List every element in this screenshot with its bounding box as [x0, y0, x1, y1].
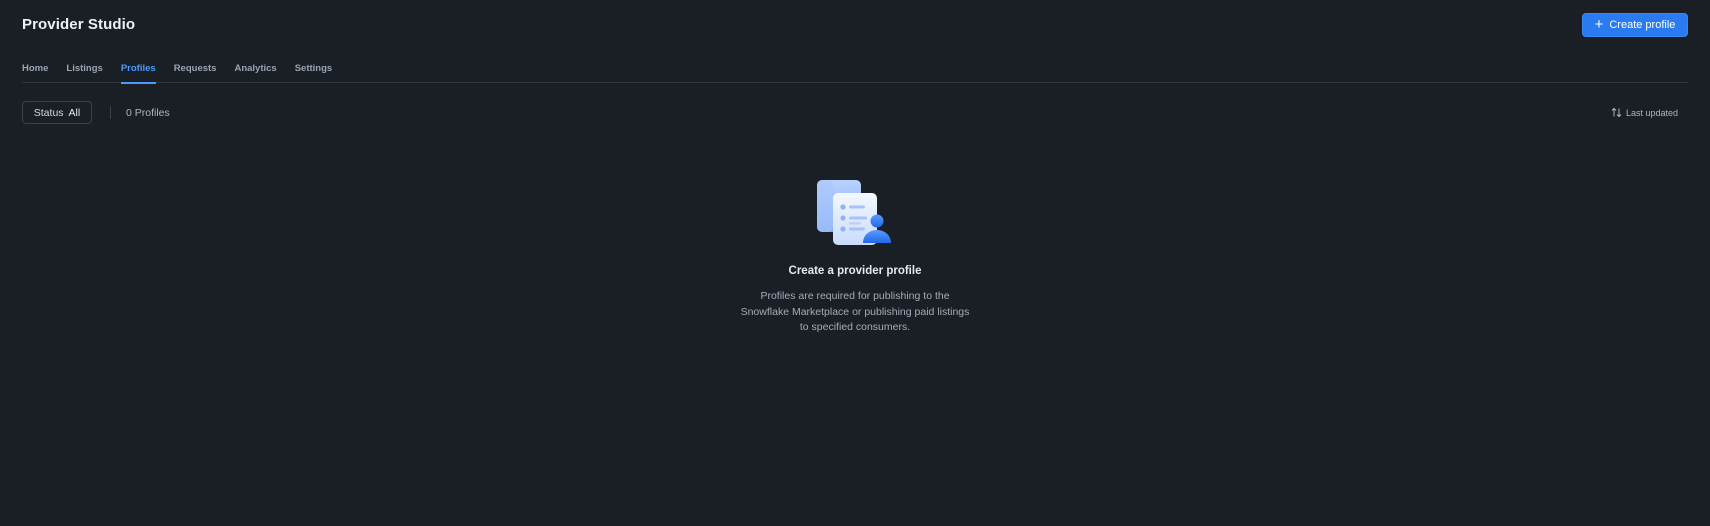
empty-state-title: Create a provider profile — [788, 265, 922, 277]
status-filter-label: Status — [33, 106, 64, 119]
tab-home[interactable]: Home — [22, 55, 48, 83]
sort-label: Last updated — [1625, 107, 1678, 118]
tab-settings[interactable]: Settings — [295, 55, 332, 83]
sort-button[interactable]: Last updated — [1611, 107, 1678, 118]
tab-listings[interactable]: Listings — [66, 55, 102, 83]
tab-requests[interactable]: Requests — [174, 55, 217, 83]
toolbar-divider — [110, 106, 111, 119]
empty-state-description: Profiles are required for publishing to … — [740, 290, 970, 333]
plus-icon: + — [1594, 16, 1604, 33]
create-profile-label: Create profile — [1609, 19, 1676, 31]
create-profile-button[interactable]: + Create profile — [1582, 13, 1688, 37]
profile-count: 0 Profiles — [126, 107, 170, 119]
tab-analytics[interactable]: Analytics — [234, 55, 276, 83]
sort-arrows-icon — [1611, 107, 1622, 118]
app-header: Provider Studio + Create profile — [22, 0, 1688, 50]
status-filter-value: All — [68, 106, 81, 119]
status-filter-button[interactable]: Status All — [22, 101, 92, 124]
page-title: Provider Studio — [22, 16, 136, 33]
empty-state: Create a provider profile Profiles are r… — [0, 177, 1710, 336]
tab-bar: Home Listings Profiles Requests Analytic… — [22, 55, 1688, 84]
tab-profiles[interactable]: Profiles — [120, 55, 156, 84]
filter-toolbar: Status All 0 Profiles Last updated — [22, 101, 1688, 125]
profile-document-icon — [817, 180, 891, 245]
